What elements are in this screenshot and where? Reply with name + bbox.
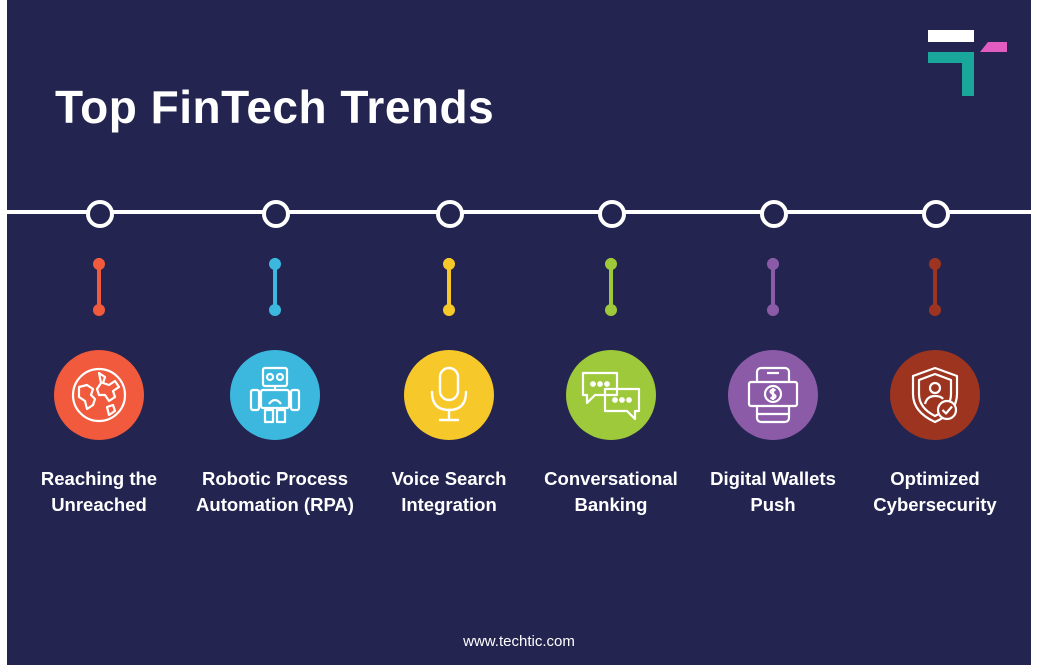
trend-label: Conversational Banking [521, 466, 701, 518]
trend-label-line: Voice Search [391, 468, 507, 489]
mobile-wallet-icon [728, 350, 818, 440]
timeline-node [86, 200, 114, 228]
globe-icon [54, 350, 144, 440]
website-url: www.techtic.com [463, 633, 575, 650]
microphone-icon [404, 350, 494, 440]
connector-dot [93, 304, 105, 316]
trend-label: Optimized Cybersecurity [845, 466, 1025, 518]
trend-label-line: Digital Wallets [710, 468, 836, 489]
connector-dot [93, 258, 105, 270]
trend-item-digital-wallets: Digital Wallets Push [683, 0, 863, 665]
trend-item-voice-search: Voice Search Integration [359, 0, 539, 665]
timeline-node [262, 200, 290, 228]
trend-label-line: Optimized [890, 468, 980, 489]
trend-label-line: Integration [401, 494, 497, 515]
trend-label: Robotic Process Automation (RPA) [185, 466, 365, 518]
trend-label-line: Robotic Process [202, 468, 348, 489]
trend-label: Digital Wallets Push [683, 466, 863, 518]
connector-dot [605, 258, 617, 270]
trend-item-conversational-banking: Conversational Banking [521, 0, 701, 665]
chat-bubbles-icon [566, 350, 656, 440]
connector-dot [269, 304, 281, 316]
connector-dot [605, 304, 617, 316]
timeline-node [760, 200, 788, 228]
robot-icon [230, 350, 320, 440]
trend-item-rpa: Robotic Process Automation (RPA) [185, 0, 365, 665]
trend-label-line: Conversational [544, 468, 678, 489]
trend-label-line: Unreached [51, 494, 147, 515]
timeline-node [436, 200, 464, 228]
connector-dot [929, 304, 941, 316]
connector-dot [767, 304, 779, 316]
timeline-node [922, 200, 950, 228]
connector-dot [929, 258, 941, 270]
trend-item-reaching-the-unreached: Reaching the Unreached [9, 0, 189, 665]
trend-item-cybersecurity: Optimized Cybersecurity [845, 0, 1025, 665]
trend-label-line: Banking [574, 494, 648, 515]
trend-label-line: Reaching the [40, 468, 158, 489]
trend-label-line: Automation (RPA) [196, 494, 354, 515]
connector-dot [443, 304, 455, 316]
security-shield-icon [890, 350, 980, 440]
timeline-node [598, 200, 626, 228]
trend-label: Voice Search Integration [359, 466, 539, 518]
trend-label: Reaching the Unreached [9, 466, 189, 518]
connector-dot [767, 258, 779, 270]
trend-label-line: Push [750, 494, 796, 515]
connector-dot [269, 258, 281, 270]
trend-label-line: Cybersecurity [873, 494, 997, 515]
infographic-panel: Top FinTech Trends Reaching the Unreache… [7, 0, 1031, 665]
connector-dot [443, 258, 455, 270]
